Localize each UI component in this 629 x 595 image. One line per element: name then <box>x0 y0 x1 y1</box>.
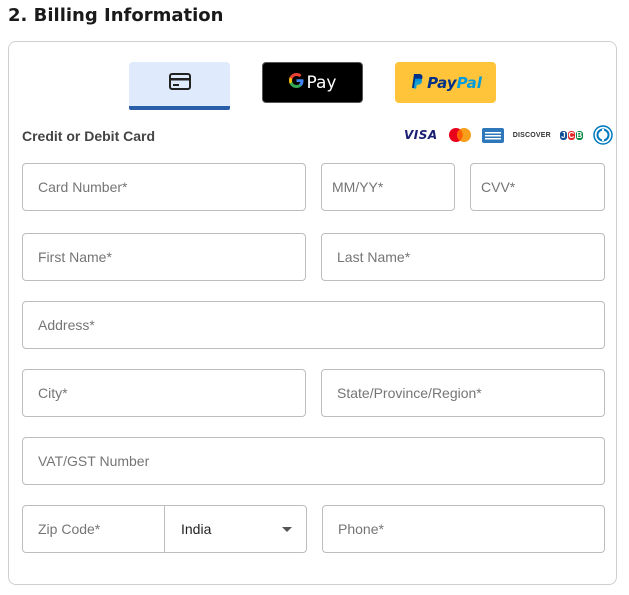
visa-icon: VISA <box>404 128 438 142</box>
gpay-label: Pay <box>306 72 337 93</box>
state-field[interactable] <box>321 369 605 417</box>
google-g-icon <box>288 72 304 93</box>
diners-icon <box>593 125 613 145</box>
tab-google-pay[interactable]: Pay <box>262 62 363 103</box>
zip-input[interactable] <box>38 521 164 537</box>
section-title: 2. Billing Information <box>8 5 224 26</box>
paypal-text-pay: Pay <box>427 73 457 92</box>
jcb-icon: J C B <box>559 126 584 144</box>
tab-paypal[interactable]: PayPal <box>395 62 496 103</box>
state-input[interactable] <box>337 385 604 401</box>
vat-input[interactable] <box>38 453 604 469</box>
first-name-field[interactable] <box>22 233 306 281</box>
tab-credit-card[interactable] <box>129 62 230 110</box>
card-section-label: Credit or Debit Card <box>22 128 156 144</box>
vat-field[interactable] <box>22 437 605 485</box>
city-input[interactable] <box>38 385 305 401</box>
paypal-text-pal: Pal <box>456 73 482 92</box>
address-field[interactable] <box>22 301 605 349</box>
amex-icon <box>481 126 504 144</box>
expiry-input[interactable] <box>332 179 454 195</box>
credit-card-icon <box>168 73 191 95</box>
zip-country-group: India <box>22 505 307 553</box>
cvv-field[interactable] <box>470 163 605 211</box>
card-number-input[interactable] <box>38 179 305 195</box>
jcb-letter-c: C <box>567 130 575 140</box>
phone-field[interactable] <box>322 505 605 553</box>
jcb-letter-b: B <box>575 130 583 140</box>
last-name-input[interactable] <box>337 249 604 265</box>
first-name-input[interactable] <box>38 249 305 265</box>
card-brand-logos: VISA DISCOVER J C B <box>404 125 613 145</box>
city-field[interactable] <box>22 369 306 417</box>
card-number-field[interactable] <box>22 163 306 211</box>
address-input[interactable] <box>38 317 604 333</box>
country-select[interactable]: India <box>165 506 306 552</box>
cvv-input[interactable] <box>481 179 604 195</box>
discover-icon: DISCOVER <box>512 131 551 139</box>
mastercard-icon <box>447 126 473 144</box>
chevron-down-icon <box>282 526 292 532</box>
zip-field[interactable] <box>23 506 165 552</box>
paypal-logo-icon <box>409 73 423 93</box>
expiry-field[interactable] <box>321 163 455 211</box>
billing-form-panel: Pay PayPal Credit or Debit Card VISA DIS… <box>8 41 617 585</box>
country-selected-value: India <box>181 521 212 537</box>
jcb-letter-j: J <box>559 130 567 140</box>
phone-input[interactable] <box>338 521 604 537</box>
last-name-field[interactable] <box>321 233 605 281</box>
